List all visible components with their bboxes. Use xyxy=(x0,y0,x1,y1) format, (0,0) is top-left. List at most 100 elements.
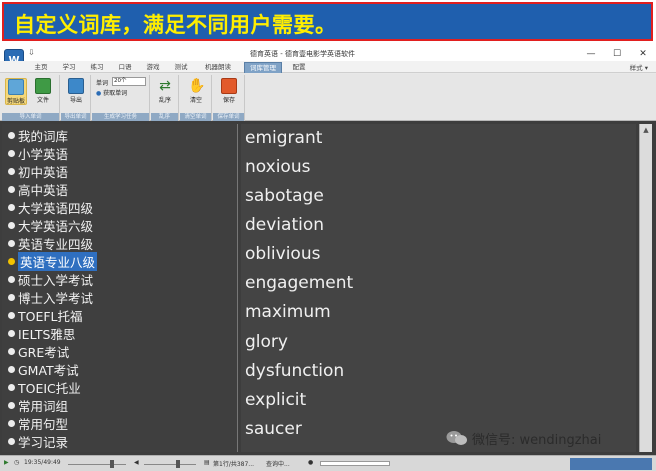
library-item-label: 初中英语 xyxy=(18,164,69,180)
library-item[interactable]: 英语专业四级 xyxy=(8,234,93,252)
library-item[interactable]: 我的词库 xyxy=(8,126,68,144)
quick-access-icon[interactable]: ⇩ xyxy=(28,48,35,57)
shuffle-button[interactable]: ⇄ 乱序 xyxy=(154,78,176,104)
library-item[interactable]: 大学英语六级 xyxy=(8,216,93,234)
library-item-label: 大学英语四级 xyxy=(18,200,94,216)
bullet-icon xyxy=(8,419,15,427)
library-item[interactable]: GMAT考试 xyxy=(8,360,79,378)
library-item-selected[interactable]: 英语专业八级 xyxy=(8,251,98,271)
record-progress xyxy=(320,461,390,466)
bullet-icon xyxy=(8,167,15,175)
bullet-icon xyxy=(8,293,15,301)
library-item[interactable]: 大学英语四级 xyxy=(8,198,93,216)
word-item[interactable]: explicit xyxy=(245,390,306,410)
tab-test[interactable]: 测试 xyxy=(170,62,192,73)
word-list-scrollbar[interactable]: ▲ xyxy=(639,124,652,452)
library-item[interactable]: GRE考试 xyxy=(8,342,69,360)
bullet-icon xyxy=(8,383,15,391)
library-item-label: TOEFL托福 xyxy=(18,308,83,324)
library-item-label: 硕士入学考试 xyxy=(18,272,94,288)
close-button[interactable]: ✕ xyxy=(632,47,654,61)
tab-library-management[interactable]: 词库管理 xyxy=(244,62,282,73)
word-item[interactable]: dysfunction xyxy=(245,361,344,381)
library-item-label: 大学英语六级 xyxy=(18,218,94,234)
seek-slider[interactable] xyxy=(68,464,126,465)
bullet-icon xyxy=(8,365,15,373)
style-dropdown[interactable]: 样式 ▾ xyxy=(630,62,648,72)
file-button[interactable]: 文件 xyxy=(32,78,54,104)
tab-home[interactable]: 主页 xyxy=(30,62,52,73)
library-item[interactable]: 学习记录 xyxy=(8,432,68,450)
word-item[interactable]: glory xyxy=(245,332,288,352)
group-label-export: 导出单词 xyxy=(61,113,90,121)
scroll-up-icon[interactable]: ▲ xyxy=(640,124,652,136)
bullet-icon xyxy=(8,257,15,265)
clear-button[interactable]: ✋ 清空 xyxy=(185,78,207,104)
shuffle-icon: ⇄ xyxy=(159,78,171,94)
word-item[interactable]: emigrant xyxy=(245,128,322,148)
tab-games[interactable]: 游戏 xyxy=(142,62,164,73)
library-item-label: GMAT考试 xyxy=(18,362,79,378)
tab-speaking[interactable]: 口语 xyxy=(114,62,136,73)
minimize-button[interactable]: — xyxy=(580,47,602,61)
word-count-select[interactable]: 20个 xyxy=(112,77,146,86)
library-item-label: 常用句型 xyxy=(18,416,69,432)
bullet-icon xyxy=(8,275,15,283)
bullet-icon xyxy=(8,221,15,229)
library-list: 我的词库 小学英语 初中英语 高中英语 大学英语四级 大学英语六级 英语专业四级… xyxy=(2,124,238,452)
clipboard-button[interactable]: 剪贴板 xyxy=(5,78,27,105)
word-item[interactable]: oblivious xyxy=(245,244,320,264)
tab-config[interactable]: 配置 xyxy=(288,62,310,73)
title-bar: W ⇩ 德育英语 - 德育壹电影学英语软件 — ☐ ✕ xyxy=(0,47,656,71)
library-item[interactable]: 博士入学考试 xyxy=(8,288,93,306)
fetch-words-button[interactable]: ● 获取单词 xyxy=(96,88,127,97)
word-item[interactable]: sabotage xyxy=(245,186,324,206)
group-clear: ✋ 清空 清空单词 xyxy=(180,75,212,121)
library-item[interactable]: IELTS雅思 xyxy=(8,324,75,342)
library-item[interactable]: 硕士入学考试 xyxy=(8,270,93,288)
save-label: 保存 xyxy=(222,97,235,104)
word-item[interactable]: maximum xyxy=(245,302,331,322)
shuffle-label: 乱序 xyxy=(158,97,171,104)
volume-slider[interactable] xyxy=(144,464,196,465)
export-button[interactable]: 导出 xyxy=(65,78,87,104)
library-item[interactable]: 常用词组 xyxy=(8,396,68,414)
library-item[interactable]: TOEIC托业 xyxy=(8,378,81,396)
bullet-icon xyxy=(8,149,15,157)
banner-box: 自定义词库，满足不同用户需要。 xyxy=(2,2,653,41)
seek-handle[interactable] xyxy=(110,460,114,468)
library-item[interactable]: 常用句型 xyxy=(8,414,68,432)
save-button[interactable]: 保存 xyxy=(218,78,240,104)
wechat-watermark: 微信号: wendingzhai xyxy=(446,428,601,448)
file-label: 文件 xyxy=(36,97,49,104)
word-item[interactable]: noxious xyxy=(245,157,310,177)
library-item[interactable]: 高中英语 xyxy=(8,180,68,198)
ribbon: 剪贴板 文件 导入单词 导出 导出单词 单词 20个 ● 获取单词 生成学习任务 xyxy=(0,74,656,121)
group-save: 保存 保存单词 xyxy=(213,75,245,121)
banner-title: 自定义词库，满足不同用户需要。 xyxy=(14,13,337,37)
bullet-icon xyxy=(8,185,15,193)
volume-handle[interactable] xyxy=(176,460,180,468)
search-status: 查询中... xyxy=(266,461,290,468)
library-item-label: GRE考试 xyxy=(18,344,70,360)
library-item[interactable]: 小学英语 xyxy=(8,144,68,162)
speaker-icon[interactable]: ◀ xyxy=(134,459,139,466)
maximize-button[interactable]: ☐ xyxy=(606,47,628,61)
group-label-shuffle: 乱序 xyxy=(151,113,178,121)
word-item[interactable]: deviation xyxy=(245,215,324,235)
tab-practice[interactable]: 练习 xyxy=(86,62,108,73)
library-item[interactable]: TOEFL托福 xyxy=(8,306,83,324)
library-item[interactable]: 初中英语 xyxy=(8,162,68,180)
group-task: 单词 20个 ● 获取单词 生成学习任务 xyxy=(92,75,150,121)
word-item[interactable]: engagement xyxy=(245,273,353,293)
tab-learn[interactable]: 学习 xyxy=(58,62,80,73)
refresh-icon: ● xyxy=(96,90,102,97)
tab-machine-reading[interactable]: 机器朗读 xyxy=(199,62,237,73)
word-item[interactable]: saucer xyxy=(245,419,302,439)
microphone-icon[interactable]: ● xyxy=(308,459,313,466)
play-icon[interactable]: ▶ xyxy=(4,459,9,466)
group-label-import: 导入单词 xyxy=(2,113,59,121)
watermark-text: 微信号: wendingzhai xyxy=(472,432,602,448)
save-icon xyxy=(221,78,237,94)
bullet-icon xyxy=(8,329,15,337)
